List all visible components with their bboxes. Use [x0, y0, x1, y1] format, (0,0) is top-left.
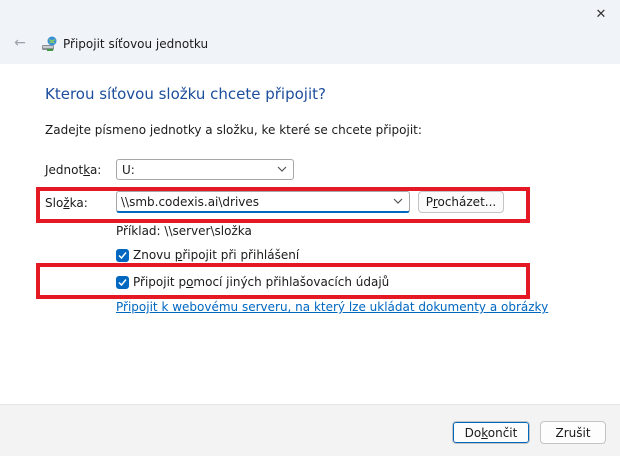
page-title: Kterou síťovou složku chcete připojit?	[45, 85, 326, 103]
title-bar: ✕ ← Připojit síťovou jednotku	[0, 0, 620, 64]
chevron-down-icon	[277, 166, 287, 172]
back-button[interactable]: ←	[10, 33, 30, 53]
finish-button-label: Dokončit	[464, 425, 518, 440]
example-text: Příklad: \\server\složka	[116, 224, 252, 238]
map-network-drive-dialog: ✕ ← Připojit síťovou jednotku Kterou síť…	[0, 0, 620, 456]
checkmark-icon	[118, 251, 127, 259]
web-server-link[interactable]: Připojit k webovému serveru, na který lz…	[116, 300, 548, 314]
back-arrow-icon: ←	[14, 35, 26, 51]
browse-button[interactable]: Procházet...	[418, 191, 504, 213]
folder-label: Složka:	[45, 196, 88, 210]
drive-letter-value: U:	[122, 163, 135, 177]
folder-path-value: \\smb.codexis.ai\drives	[121, 195, 260, 209]
network-drive-icon	[42, 36, 57, 51]
drive-label: Jednotka:	[45, 163, 102, 177]
finish-button[interactable]: Dokončit	[452, 421, 530, 444]
close-button[interactable]: ✕	[588, 2, 614, 26]
checkbox-box[interactable]	[116, 275, 129, 289]
chevron-down-icon[interactable]	[392, 195, 404, 207]
folder-input[interactable]: \\smb.codexis.ai\drives	[116, 191, 410, 213]
checkbox-box[interactable]	[116, 248, 129, 262]
other-credentials-label: Připojit pomocí jiných přihlašovacích úd…	[133, 275, 390, 289]
cancel-button[interactable]: Zrušit	[540, 421, 606, 444]
browse-button-label: Procházet...	[425, 195, 497, 209]
dialog-footer: Dokončit Zrušit	[0, 404, 620, 456]
other-credentials-checkbox[interactable]: Připojit pomocí jiných přihlašovacích úd…	[116, 275, 389, 289]
reconnect-label: Znovu připojit při přihlášení	[133, 248, 300, 262]
drive-letter-select[interactable]: U:	[116, 159, 294, 180]
close-icon: ✕	[595, 6, 607, 22]
reconnect-checkbox[interactable]: Znovu připojit při přihlášení	[116, 248, 299, 262]
instruction-text: Zadejte písmeno jednotky a složku, ke kt…	[45, 123, 422, 137]
checkmark-icon	[118, 278, 127, 286]
window-title: Připojit síťovou jednotku	[63, 37, 209, 51]
dialog-content: Kterou síťovou složku chcete připojit? Z…	[0, 64, 620, 404]
